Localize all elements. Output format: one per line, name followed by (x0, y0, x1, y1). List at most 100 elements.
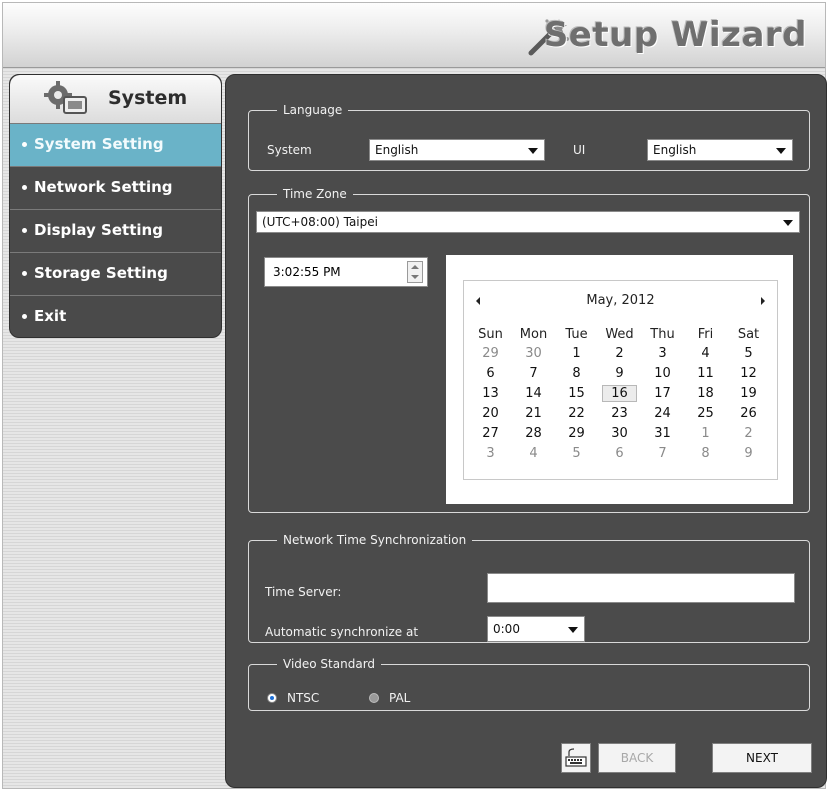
sidebar-item-label: Network Setting (34, 178, 173, 196)
calendar-day[interactable]: 8 (555, 363, 598, 383)
calendar-day[interactable]: 24 (641, 403, 684, 423)
calendar-day[interactable]: 30 (598, 423, 641, 443)
keyboard-button[interactable] (561, 743, 591, 773)
title-bar: Setup Wizard (3, 3, 825, 68)
month-calendar: May, 2012 Sun Mon Tue Wed Thu Fri Sat 29… (463, 280, 778, 480)
main-panel: Language System English UI English Time … (225, 74, 827, 788)
video-standard-legend: Video Standard (283, 657, 376, 671)
calendar-day[interactable]: 28 (512, 423, 555, 443)
bullet-icon (22, 271, 27, 276)
calendar-day[interactable]: 20 (469, 403, 512, 423)
calendar-day[interactable]: 7 (512, 363, 555, 383)
calendar-day[interactable]: 11 (684, 363, 727, 383)
sidebar-item-exit[interactable]: Exit (10, 295, 221, 337)
calendar-day[interactable]: 6 (598, 443, 641, 463)
calendar-day[interactable]: 29 (555, 423, 598, 443)
time-zone-select[interactable]: (UTC+08:00) Taipei (256, 211, 800, 233)
auto-sync-select[interactable]: 0:00 (487, 616, 585, 642)
time-zone-value: (UTC+08:00) Taipei (262, 215, 378, 229)
next-button[interactable]: NEXT (712, 743, 812, 773)
system-language-value: English (375, 143, 419, 157)
calendar-day[interactable]: 27 (469, 423, 512, 443)
calendar-day[interactable]: 2 (727, 423, 770, 443)
calendar-day[interactable]: 2 (598, 343, 641, 363)
weekday-header: Sun (478, 326, 503, 342)
time-server-label: Time Server: (265, 585, 342, 599)
calendar-day[interactable]: 31 (641, 423, 684, 443)
calendar-grid: Sun Mon Tue Wed Thu Fri Sat 29 30 1 2 3 … (469, 325, 770, 463)
calendar-day[interactable]: 3 (641, 343, 684, 363)
spin-down-icon[interactable] (411, 275, 419, 279)
window-title: Setup Wizard (543, 15, 807, 55)
back-button-label: BACK (620, 751, 654, 765)
back-button[interactable]: BACK (598, 743, 676, 773)
auto-sync-value: 0:00 (493, 622, 520, 636)
system-gear-icon (44, 81, 87, 114)
calendar-day[interactable]: 13 (469, 383, 512, 403)
ntp-legend: Network Time Synchronization (283, 533, 467, 547)
sidebar-item-label: Exit (34, 307, 67, 325)
sidebar-item-display-setting[interactable]: Display Setting (10, 209, 221, 252)
auto-sync-label: Automatic synchronize at (265, 625, 419, 639)
calendar-day[interactable]: 7 (641, 443, 684, 463)
calendar-day[interactable]: 17 (641, 383, 684, 403)
ui-language-value: English (653, 143, 697, 157)
calendar-day[interactable]: 8 (684, 443, 727, 463)
selected-day-label: 16 (602, 384, 637, 402)
calendar-day[interactable]: 22 (555, 403, 598, 423)
calendar-day[interactable]: 21 (512, 403, 555, 423)
weekday-header: Wed (605, 326, 634, 342)
bullet-icon (22, 185, 27, 190)
calendar-day[interactable]: 9 (727, 443, 770, 463)
calendar-day[interactable]: 23 (598, 403, 641, 423)
ntsc-label: NTSC (287, 691, 320, 705)
time-server-input[interactable] (487, 573, 795, 603)
calendar-month-label: May, 2012 (586, 293, 655, 308)
calendar-day[interactable]: 15 (555, 383, 598, 403)
pal-radio[interactable] (369, 693, 379, 703)
ui-language-select[interactable]: English (647, 139, 793, 161)
calendar-day[interactable]: 30 (512, 343, 555, 363)
dropdown-arrow-icon (783, 220, 793, 226)
calendar-day[interactable]: 26 (727, 403, 770, 423)
calendar-day[interactable]: 10 (641, 363, 684, 383)
calendar-day[interactable]: 25 (684, 403, 727, 423)
calendar-day[interactable]: 18 (684, 383, 727, 403)
calendar-day[interactable]: 6 (469, 363, 512, 383)
calendar-day[interactable]: 14 (512, 383, 555, 403)
calendar-day-selected[interactable]: 16 (598, 383, 641, 403)
calendar-day[interactable]: 4 (512, 443, 555, 463)
time-zone-legend: Time Zone (283, 187, 347, 201)
language-legend: Language (283, 103, 343, 117)
sidebar-item-network-setting[interactable]: Network Setting (10, 166, 221, 209)
calendar-day[interactable]: 19 (727, 383, 770, 403)
calendar-day[interactable]: 4 (684, 343, 727, 363)
weekday-header: Fri (697, 326, 714, 342)
calendar-day[interactable]: 1 (555, 343, 598, 363)
calendar-day[interactable]: 9 (598, 363, 641, 383)
time-input[interactable]: 3:02:55 PM (264, 257, 428, 287)
sidebar-item-system-setting[interactable]: System Setting (10, 123, 221, 166)
calendar-day[interactable]: 3 (469, 443, 512, 463)
bullet-icon (22, 228, 27, 233)
time-spinner[interactable] (407, 261, 423, 283)
calendar-day[interactable]: 5 (555, 443, 598, 463)
pal-label: PAL (389, 691, 411, 705)
system-language-label: System (267, 143, 312, 157)
weekday-header: Sat (737, 326, 760, 342)
next-button-label: NEXT (746, 751, 778, 765)
system-language-select[interactable]: English (369, 139, 545, 161)
spin-up-icon[interactable] (411, 265, 419, 269)
calendar-day[interactable]: 5 (727, 343, 770, 363)
weekday-header: Thu (650, 326, 675, 342)
sidebar-item-label: Storage Setting (34, 264, 168, 282)
calendar-day[interactable]: 29 (469, 343, 512, 363)
sidebar-header-label: System (108, 87, 188, 109)
calendar-day[interactable]: 1 (684, 423, 727, 443)
sidebar-item-storage-setting[interactable]: Storage Setting (10, 252, 221, 295)
calendar-day[interactable]: 12 (727, 363, 770, 383)
time-value: 3:02:55 PM (273, 265, 341, 279)
ntsc-radio[interactable] (267, 693, 277, 703)
next-month-icon[interactable] (761, 297, 765, 305)
dropdown-arrow-icon (568, 627, 578, 633)
